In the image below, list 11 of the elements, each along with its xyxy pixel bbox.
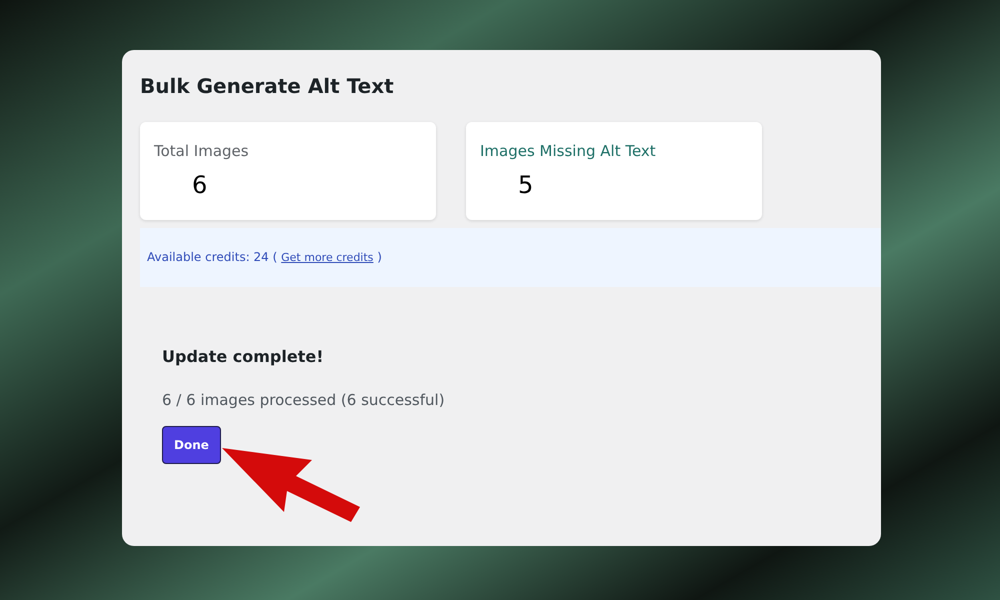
progress-text: 6 / 6 images processed (6 successful) [162, 390, 445, 411]
stat-label: Images Missing Alt Text [480, 141, 657, 162]
status-heading: Update complete! [162, 346, 324, 368]
done-button[interactable]: Done [162, 426, 221, 464]
arrow-icon [222, 448, 360, 522]
page-title: Bulk Generate Alt Text [140, 74, 395, 98]
stat-value: 5 [518, 170, 534, 200]
stat-value: 6 [192, 170, 208, 200]
credits-text: Available credits: 24 ( Get more credits ) [147, 249, 382, 266]
get-credits-link[interactable]: Get more credits [281, 251, 374, 264]
stat-label: Total Images [154, 141, 250, 162]
